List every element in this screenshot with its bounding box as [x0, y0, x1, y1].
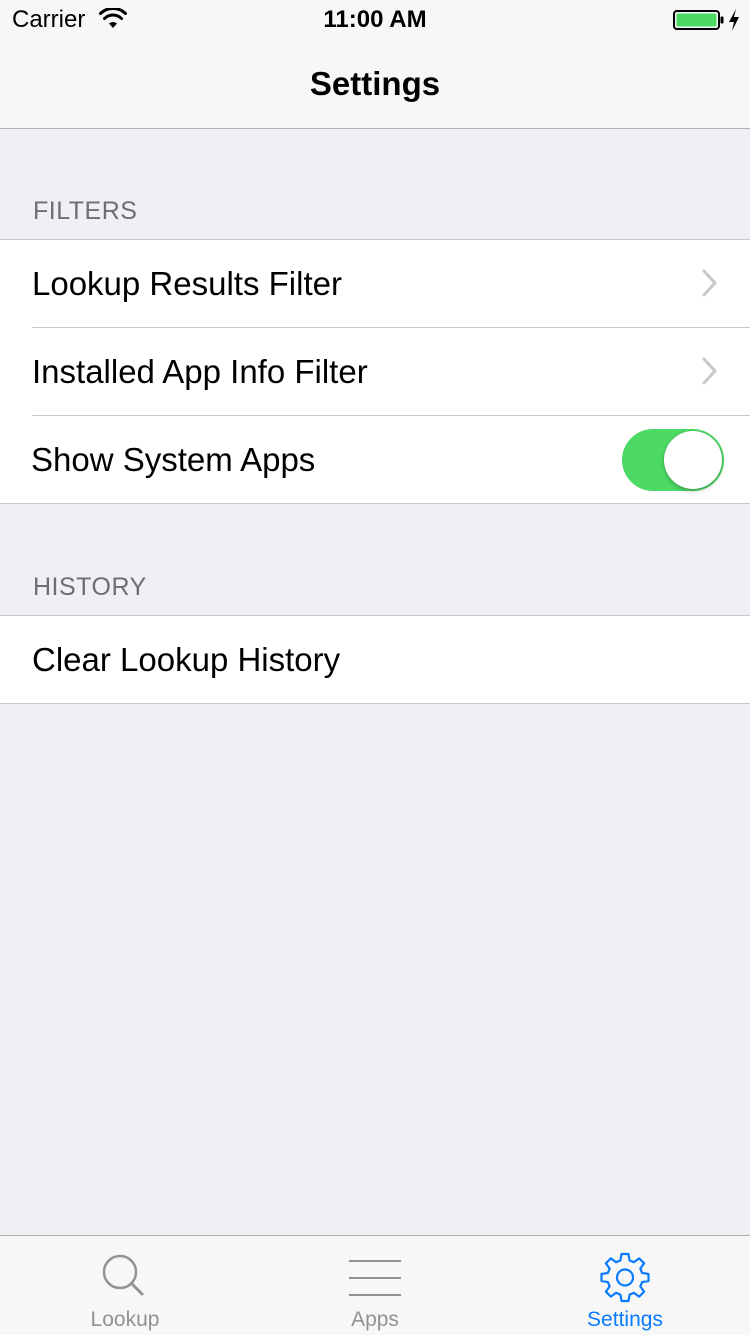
section-header-history: HISTORY [33, 573, 147, 601]
lookup-results-filter-label: Lookup Results Filter [32, 265, 342, 302]
chevron-right-icon [702, 357, 717, 385]
tab-label-apps: Apps [351, 1308, 399, 1331]
status-time: 11:00 AM [323, 6, 427, 33]
show-system-apps-toggle[interactable] [622, 429, 724, 491]
lookup-results-filter-cell[interactable]: Lookup Results Filter [0, 240, 750, 327]
show-system-apps-cell: Show System Apps [0, 416, 750, 503]
history-group: Clear Lookup History [0, 615, 750, 704]
tab-bar: Lookup Apps Settings [0, 1235, 750, 1335]
page-title: Settings [309, 65, 441, 102]
status-bar: Carrier 11:00 AM [0, 0, 750, 40]
tab-settings[interactable]: Settings [500, 1236, 750, 1335]
filters-group: Lookup Results Filter Installed App Info… [0, 239, 750, 504]
show-system-apps-label: Show System Apps [31, 441, 316, 478]
tab-label-lookup: Lookup [90, 1308, 160, 1331]
section-header-filters: FILTERS [33, 197, 138, 225]
installed-app-info-filter-label: Installed App Info Filter [32, 353, 368, 390]
tab-lookup[interactable]: Lookup [0, 1236, 250, 1335]
clear-lookup-history-label: Clear Lookup History [32, 641, 341, 678]
navigation-bar: Settings [0, 40, 750, 129]
search-icon [102, 1254, 144, 1296]
tab-apps[interactable]: Apps [250, 1236, 500, 1335]
clear-lookup-history-cell[interactable]: Clear Lookup History [0, 616, 750, 703]
battery-icon [673, 10, 724, 30]
chevron-right-icon [702, 269, 717, 297]
toggle-knob [664, 431, 722, 489]
installed-app-info-filter-cell[interactable]: Installed App Info Filter [0, 328, 750, 415]
tab-label-settings: Settings [587, 1308, 663, 1331]
charging-bolt-icon [729, 9, 739, 31]
list-icon [349, 1260, 401, 1296]
gear-icon [600, 1252, 650, 1303]
